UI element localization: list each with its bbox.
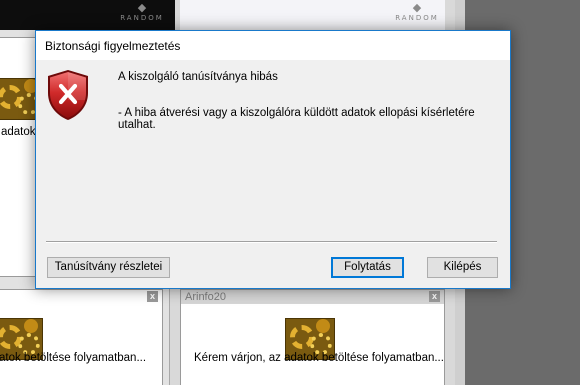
- background-tile-bottom-left: x atok betöltése folyamatban...: [0, 289, 163, 385]
- warning-heading: A kiszolgáló tanúsítványa hibás: [118, 71, 278, 83]
- exit-button[interactable]: Kilépés: [427, 257, 498, 278]
- dialog-titlebar[interactable]: Biztonsági figyelmeztetés: [36, 31, 510, 60]
- tile-title: Arinfo20: [181, 290, 444, 304]
- button-divider: [46, 241, 497, 243]
- dialog-title: Biztonsági figyelmeztetés: [45, 39, 181, 53]
- tile-loading-text: Kérem várjon, az adatok betöltése folyam…: [194, 352, 444, 364]
- security-warning-shield-icon: [48, 70, 88, 120]
- continue-button[interactable]: Folytatás: [331, 257, 404, 278]
- security-warning-dialog: Biztonsági figyelmeztetés A kiszolgáló t…: [35, 30, 511, 289]
- background-tile-bottom-middle: Arinfo20 x Kérem várjon, az adatok betöl…: [180, 289, 445, 385]
- background-dark-tile: [170, 0, 175, 30]
- tile-close-icon[interactable]: x: [429, 291, 440, 302]
- certificate-details-button[interactable]: Tanúsítvány részletei: [47, 257, 170, 278]
- tile-loading-text: atok betöltése folyamatban...: [0, 352, 147, 364]
- random-logo: ◆ RANDOM: [120, 1, 164, 22]
- random-logo: ◆ RANDOM: [395, 1, 439, 22]
- warning-detail: - A hiba átverési vagy a kiszolgálóra kü…: [118, 107, 475, 131]
- tile-close-icon[interactable]: x: [147, 291, 158, 302]
